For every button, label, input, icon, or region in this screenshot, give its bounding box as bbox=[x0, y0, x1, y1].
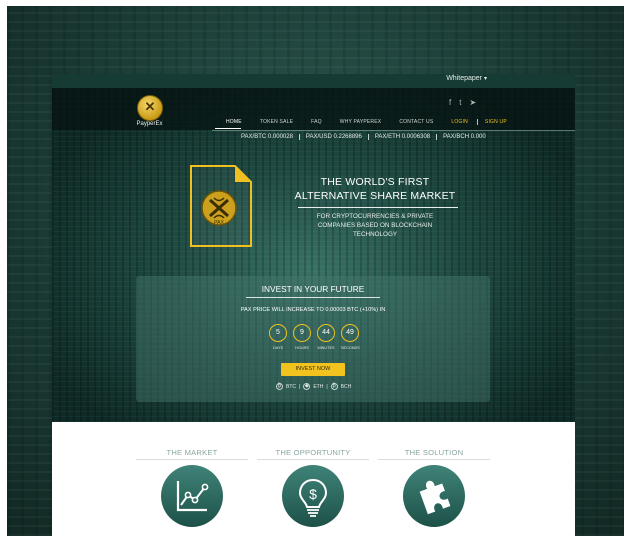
section-divider bbox=[257, 459, 369, 460]
section-divider bbox=[136, 459, 248, 460]
active-nav-underline bbox=[215, 128, 241, 129]
subhead-line-1: FOR CRYPTOCURRENCIES & PRIVATE bbox=[316, 213, 434, 220]
countdown-days: 5 DAYS bbox=[269, 324, 287, 350]
nav-faq[interactable]: FAQ bbox=[302, 119, 331, 125]
invest-card: INVEST IN YOUR FUTURE PAX PRICE WILL INC… bbox=[136, 276, 490, 402]
price-increase-note: PAX PRICE WILL INCREASE TO 0.00003 BTC (… bbox=[240, 307, 386, 313]
ticker-item: PAX/ETH 0.0006308 bbox=[369, 134, 438, 140]
section-title-solution: THE SOLUTION bbox=[404, 448, 464, 457]
whitepaper-bar: Whitepaper ▾ bbox=[52, 74, 575, 88]
line-chart-icon[interactable] bbox=[161, 465, 223, 527]
subhead-line-2: COMPANIES BASED ON BLOCKCHAIN bbox=[317, 222, 433, 229]
countdown-timer: 5 DAYS 9 HOURS 44 MINUTES 49 SECONDS bbox=[269, 324, 360, 350]
hero-headline: THE WORLD'S FIRST ALTERNATIVE SHARE MARK… bbox=[286, 175, 464, 203]
nav-token-sale[interactable]: TOKEN SALE bbox=[251, 119, 302, 125]
logo-text: PayperEx bbox=[136, 121, 163, 127]
header: PayperEx HOME TOKEN SALE FAQ WHY PAYPERE… bbox=[52, 88, 575, 130]
chevron-down-icon: ▾ bbox=[483, 76, 487, 82]
nav-login[interactable]: LOGIN bbox=[442, 119, 477, 125]
countdown-minutes: 44 MINUTES bbox=[317, 324, 335, 350]
countdown-hours: 9 HOURS bbox=[293, 324, 311, 350]
twitter-icon[interactable]: t bbox=[459, 98, 461, 107]
countdown-label: DAYS bbox=[272, 346, 284, 350]
section-divider bbox=[378, 459, 490, 460]
nav-why-payperex[interactable]: WHY PAYPEREX bbox=[331, 119, 391, 125]
headline-line-1: THE WORLD'S FIRST bbox=[320, 176, 430, 188]
browser-frame: Whitepaper▾ PayperEx HOME TOKEN SALE FAQ… bbox=[52, 74, 575, 536]
currency-separator: | bbox=[326, 383, 328, 390]
nav-sign-up[interactable]: SIGN UP bbox=[476, 119, 516, 125]
facebook-icon[interactable]: f bbox=[449, 98, 451, 107]
ethereum-icon: ◆ bbox=[303, 383, 311, 390]
countdown-label: HOURS bbox=[295, 346, 309, 350]
currency-eth: ETH bbox=[313, 383, 324, 390]
nav-home[interactable]: HOME bbox=[217, 119, 251, 125]
currency-btc: BTC bbox=[286, 383, 296, 390]
currency-bch: BCH bbox=[340, 383, 352, 390]
doc-label: PAX bbox=[214, 220, 224, 226]
invest-title: INVEST IN YOUR FUTURE bbox=[261, 284, 365, 294]
subhead-line-3: TECHNOLOGY bbox=[352, 231, 398, 238]
countdown-value: 9 bbox=[293, 324, 311, 342]
nav-contact-us[interactable]: CONTACT US bbox=[390, 119, 442, 125]
whitepaper-link[interactable]: Whitepaper ▾ bbox=[446, 75, 487, 82]
countdown-value: 5 bbox=[269, 324, 287, 342]
countdown-seconds: 49 SECONDS bbox=[341, 324, 360, 350]
social-links: f t ➤ bbox=[449, 98, 476, 107]
bitcoin-cash-icon: ₿ bbox=[330, 383, 338, 390]
ticker-divider bbox=[212, 130, 575, 131]
bitcoin-icon: ₿ bbox=[276, 383, 283, 390]
lightbulb-dollar-icon[interactable]: $ bbox=[282, 465, 344, 527]
puzzle-piece-icon[interactable] bbox=[403, 465, 465, 527]
invest-divider bbox=[246, 297, 380, 298]
features-section: THE MARKET THE OPPORTUNITY $ THE SOLUTIO… bbox=[52, 422, 575, 536]
main-nav: HOME TOKEN SALE FAQ WHY PAYPEREX CONTACT… bbox=[217, 119, 516, 125]
headline-divider bbox=[298, 207, 458, 208]
ticker-item: PAX/BTC 0.000028 bbox=[235, 134, 300, 140]
headline-line-2: ALTERNATIVE SHARE MARKET bbox=[294, 190, 456, 202]
hero-subhead: FOR CRYPTOCURRENCIES & PRIVATE COMPANIES… bbox=[296, 212, 454, 239]
countdown-label: SECONDS bbox=[341, 346, 360, 350]
pax-document-icon: PAX bbox=[189, 164, 253, 248]
hero-section: PayperEx HOME TOKEN SALE FAQ WHY PAYPERE… bbox=[52, 88, 575, 422]
countdown-value: 49 bbox=[341, 324, 359, 342]
countdown-value: 44 bbox=[317, 324, 335, 342]
ticker-item: PAX/USD 0.2268896 bbox=[300, 134, 369, 140]
price-ticker: PAX/BTC 0.000028 PAX/USD 0.2268896 PAX/E… bbox=[235, 134, 492, 140]
telegram-icon[interactable]: ➤ bbox=[469, 98, 476, 107]
accepted-currencies: ₿ BTC | ◆ ETH | ₿ BCH bbox=[276, 383, 351, 390]
whitepaper-label: Whitepaper bbox=[446, 75, 482, 82]
invest-now-button[interactable]: INVEST NOW bbox=[281, 363, 345, 376]
section-title-opportunity: THE OPPORTUNITY bbox=[275, 448, 351, 457]
currency-separator: | bbox=[299, 383, 301, 390]
svg-text:$: $ bbox=[309, 486, 317, 502]
logo-icon[interactable] bbox=[137, 95, 163, 121]
ticker-item: PAX/BCH 0.000 bbox=[443, 134, 486, 140]
countdown-label: MINUTES bbox=[317, 346, 335, 350]
section-title-market: THE MARKET bbox=[166, 448, 218, 457]
